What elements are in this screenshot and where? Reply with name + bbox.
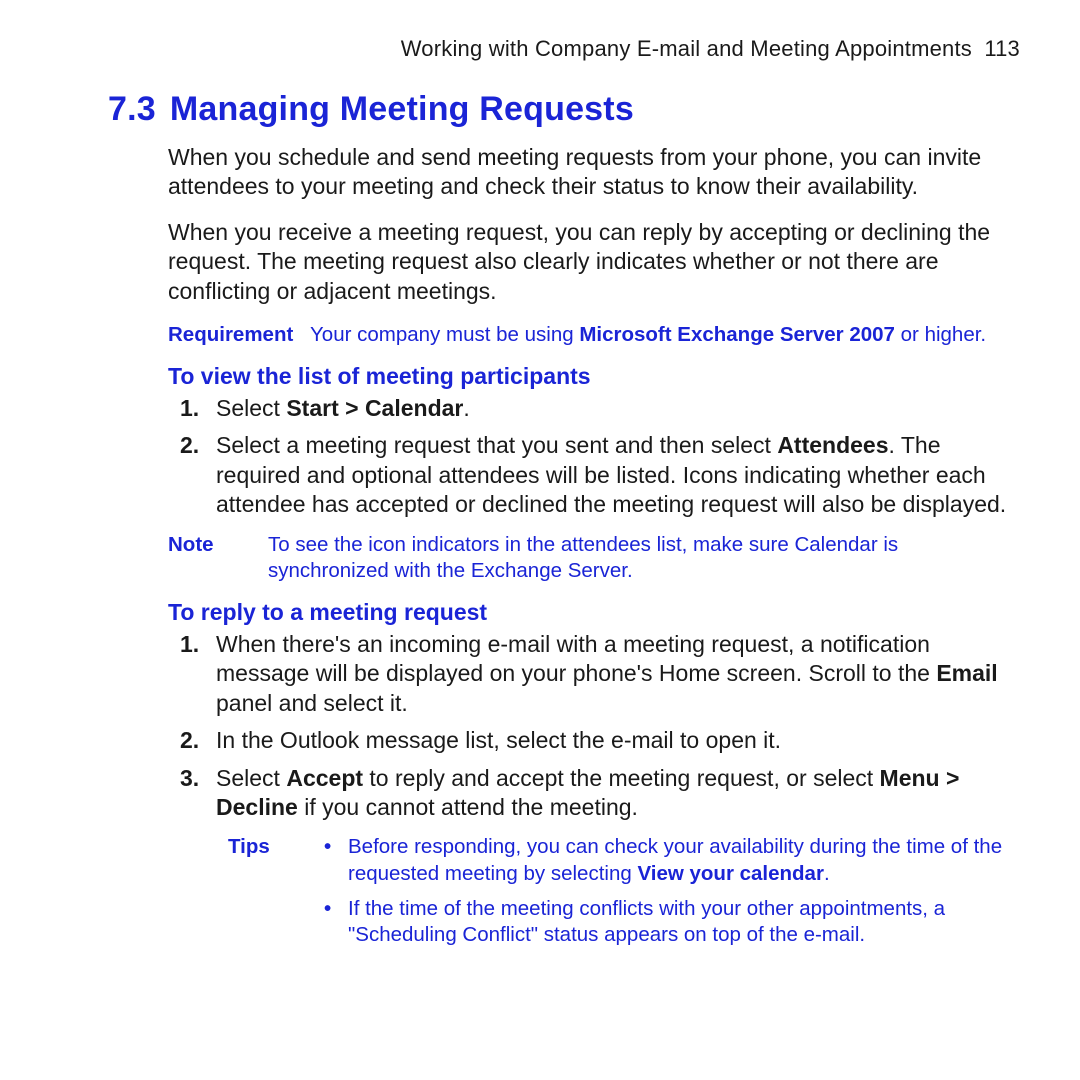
note-label: Note: [168, 532, 268, 585]
page-number: 113: [984, 36, 1020, 61]
running-title: Working with Company E-mail and Meeting …: [401, 36, 972, 61]
list-item: When there's an incoming e-mail with a m…: [168, 630, 1024, 718]
intro-paragraph-2: When you receive a meeting request, you …: [168, 218, 1024, 306]
tips-callout: Tips Before responding, you can check yo…: [228, 834, 1024, 957]
requirement-text: Your company must be using Microsoft Exc…: [310, 322, 1024, 349]
tips-list: Before responding, you can check your av…: [318, 834, 1024, 957]
intro-paragraph-1: When you schedule and send meeting reque…: [168, 143, 1024, 202]
note-text: To see the icon indicators in the attend…: [268, 532, 1024, 585]
section-number: 7.3: [108, 90, 156, 128]
requirement-callout: Requirement Your company must be using M…: [168, 322, 1024, 349]
subhead-reply-request: To reply to a meeting request: [168, 599, 1024, 626]
steps-reply-request: When there's an incoming e-mail with a m…: [168, 630, 1024, 823]
running-header: Working with Company E-mail and Meeting …: [108, 36, 1024, 62]
steps-view-participants: Select Start > Calendar. Select a meetin…: [168, 394, 1024, 520]
section-title-text: Managing Meeting Requests: [170, 90, 634, 128]
list-item: Select Start > Calendar.: [168, 394, 1024, 423]
list-item: Before responding, you can check your av…: [318, 834, 1024, 887]
list-item: In the Outlook message list, select the …: [168, 726, 1024, 755]
tips-label: Tips: [228, 834, 318, 957]
requirement-label: Requirement: [168, 322, 310, 349]
list-item: Select a meeting request that you sent a…: [168, 431, 1024, 519]
section-heading: 7.3 Managing Meeting Requests: [108, 90, 1024, 129]
document-page: Working with Company E-mail and Meeting …: [0, 0, 1080, 1080]
list-item: If the time of the meeting conflicts wit…: [318, 896, 1024, 949]
subhead-view-participants: To view the list of meeting participants: [168, 363, 1024, 390]
list-item: Select Accept to reply and accept the me…: [168, 764, 1024, 823]
note-callout: Note To see the icon indicators in the a…: [168, 532, 1024, 585]
